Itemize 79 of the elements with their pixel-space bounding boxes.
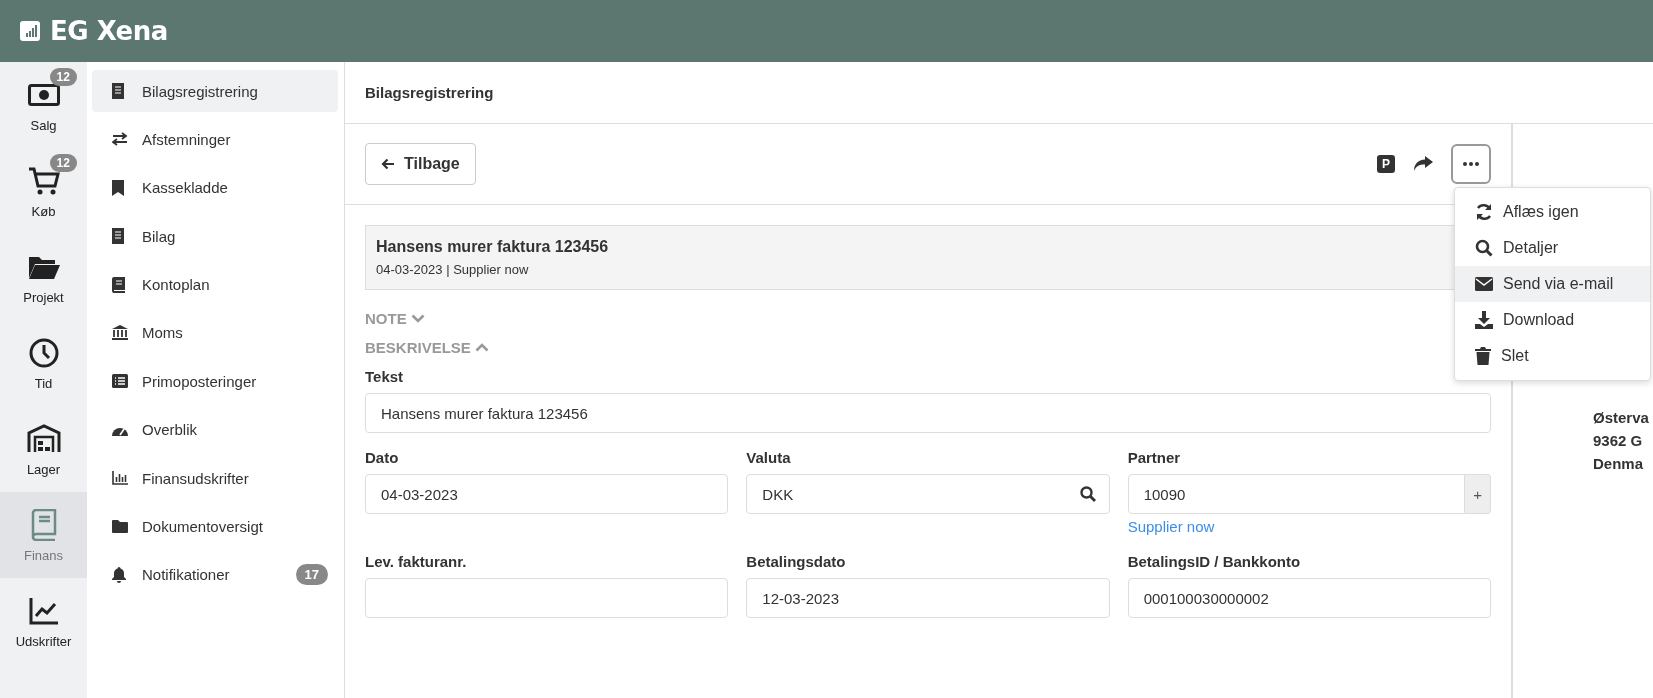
- module-item[interactable]: Finans: [0, 492, 87, 578]
- module-item[interactable]: Projekt: [0, 234, 87, 320]
- module-item[interactable]: Lager: [0, 406, 87, 492]
- field-label: BetalingsID / Bankkonto: [1127, 553, 1302, 570]
- address-line: Denma: [1593, 454, 1645, 474]
- receipt-icon: [112, 83, 124, 99]
- bell-icon: [112, 566, 126, 583]
- field-label: Tekst: [365, 368, 405, 385]
- search-icon: [1079, 486, 1096, 502]
- menu-item[interactable]: Send via e-mail: [1455, 266, 1650, 302]
- module-item[interactable]: 12 Køb: [0, 148, 87, 234]
- chevron-down-icon: [410, 314, 425, 323]
- menu-item[interactable]: Slet: [1455, 338, 1650, 374]
- clock-icon: [28, 337, 59, 368]
- book-icon: [29, 508, 58, 541]
- search-icon: [1475, 239, 1493, 257]
- menu-item[interactable]: Dokumentoversigt: [92, 505, 338, 548]
- bookmark-icon: [112, 179, 124, 196]
- address-line: 9362 G: [1593, 431, 1644, 451]
- back-button[interactable]: Tilbage: [365, 143, 476, 185]
- count-badge: 12: [49, 153, 77, 172]
- module-item[interactable]: Tid: [0, 320, 87, 406]
- menu-item[interactable]: Finansudskrifter: [92, 457, 338, 500]
- line-chart-icon: [28, 596, 59, 625]
- menu-item[interactable]: Kontoplan: [92, 263, 338, 306]
- banknote-icon: [27, 83, 60, 106]
- field-label: Valuta: [746, 449, 792, 466]
- download-icon: [1475, 311, 1493, 329]
- chevron-up-icon: [474, 343, 489, 352]
- exchange-icon: [112, 132, 128, 147]
- warehouse-icon: [26, 423, 61, 454]
- menu-item[interactable]: Primoposteringer: [92, 360, 338, 403]
- menu-item[interactable]: Bilag: [92, 215, 338, 258]
- document-title: Hansens murer faktura 123456: [376, 238, 610, 256]
- menu-item[interactable]: Afstemninger: [92, 118, 338, 161]
- more-button[interactable]: [1451, 144, 1491, 184]
- refresh-icon: [1475, 203, 1493, 221]
- menu-item[interactable]: Download: [1455, 302, 1650, 338]
- list-icon: [112, 374, 128, 389]
- address-line: Østerva: [1593, 408, 1650, 428]
- input-field[interactable]: [365, 578, 729, 618]
- text-input[interactable]: Hansens murer faktura 123456: [365, 393, 1491, 433]
- bank-icon: [112, 325, 128, 341]
- count-badge: 12: [49, 67, 77, 86]
- search-field[interactable]: DKK: [746, 474, 1110, 514]
- arrow-left-icon: [381, 158, 395, 170]
- app-title: EG Xena: [50, 16, 168, 46]
- share-icon[interactable]: [1413, 156, 1433, 172]
- count-badge: 17: [295, 564, 328, 586]
- menu-item[interactable]: Kassekladde: [92, 166, 338, 209]
- receipt-icon: [112, 228, 124, 245]
- field-label: Dato: [365, 449, 400, 466]
- input-field[interactable]: 12-03-2023: [746, 578, 1110, 618]
- input-field[interactable]: 04-03-2023: [365, 474, 729, 514]
- module-item[interactable]: 12 Salg: [0, 62, 87, 148]
- menu-item[interactable]: Detaljer: [1455, 230, 1650, 266]
- field-label: Partner: [1127, 449, 1182, 466]
- page-title: Bilagsregistrering: [365, 84, 494, 101]
- module-item[interactable]: Udskrifter: [0, 578, 87, 664]
- folder-icon: [112, 520, 128, 533]
- bar-chart-icon: [112, 471, 128, 486]
- book-icon: [112, 276, 125, 293]
- ellipsis-icon: [1463, 162, 1479, 166]
- envelope-icon: [1475, 277, 1493, 291]
- p-button[interactable]: P: [1377, 155, 1395, 173]
- menu-item[interactable]: Moms: [92, 311, 338, 354]
- input-field[interactable]: 000100030000002: [1127, 578, 1491, 618]
- field-label: Betalingsdato: [746, 553, 847, 570]
- field-label: Lev. fakturanr.: [365, 553, 468, 570]
- document-subtitle: 04-03-2023 | Supplier now: [376, 262, 530, 277]
- menu-item[interactable]: Notifikationer 17: [92, 553, 338, 596]
- menu-item[interactable]: Bilagsregistrering: [92, 70, 338, 112]
- menu-item[interactable]: Aflæs igen: [1455, 194, 1650, 230]
- cart-icon: [27, 165, 60, 196]
- logo-icon: [20, 21, 40, 41]
- menu-item[interactable]: Overblik: [92, 408, 338, 451]
- trash-icon: [1475, 347, 1491, 365]
- add-button[interactable]: +: [1465, 474, 1491, 514]
- input-field[interactable]: 10090: [1127, 474, 1466, 514]
